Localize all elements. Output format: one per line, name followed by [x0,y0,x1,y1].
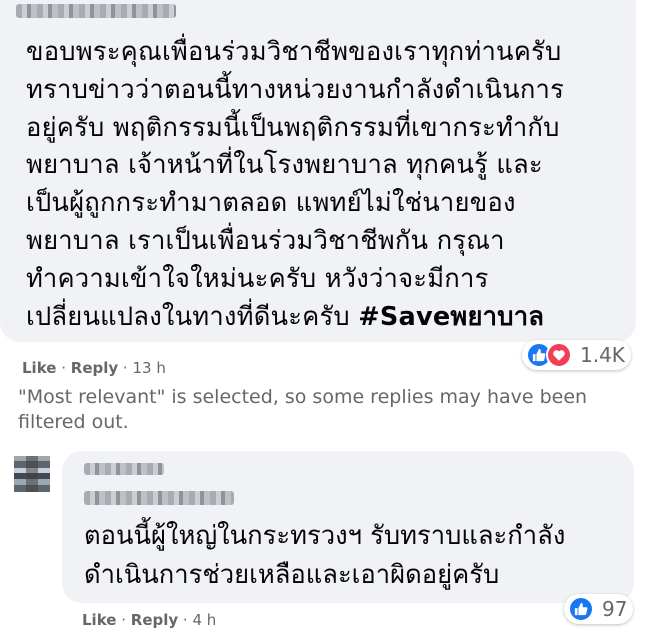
reply-bubble: ตอนนี้ผู้ใหญ่ในกระทรวงฯ รับทราบและกำลัง … [62,451,634,603]
reply-button[interactable]: Reply [71,359,118,377]
replier-name-blurred[interactable] [84,463,164,475]
comment-actions: Like · Reply · 13 h [22,359,166,377]
comment-bubble: ขอบพระคุณเพื่อนร่วมวิชาชีพของเราทุกท่านค… [0,0,636,342]
love-icon [546,342,572,368]
like-button[interactable]: Like [22,359,56,377]
comment-timestamp[interactable]: 13 h [132,359,165,377]
replier-subtitle-blurred [84,491,234,505]
comment-body: ขอบพระคุณเพื่อนร่วมวิชาชีพของเราทุกท่านค… [26,37,565,332]
reaction-summary[interactable]: 1.4K [522,340,631,370]
avatar[interactable] [14,456,50,492]
like-button[interactable]: Like [82,611,116,629]
reply-actions: Like · Reply · 4 h [82,611,217,629]
commenter-name-blurred[interactable] [16,4,176,18]
hashtag-link[interactable]: #Saveพยาบาล [358,302,544,332]
filter-notice: "Most relevant" is selected, so some rep… [18,386,588,433]
reaction-count: 1.4K [580,343,625,367]
reply-text: ตอนนี้ผู้ใหญ่ในกระทรวงฯ รับทราบและกำลัง … [84,521,566,590]
reply-button[interactable]: Reply [131,611,178,629]
reply-timestamp[interactable]: 4 h [192,611,216,629]
like-icon [568,596,594,622]
comment-text: ขอบพระคุณเพื่อนร่วมวิชาชีพของเราทุกท่านค… [26,34,626,336]
reaction-count: 97 [602,597,628,621]
reaction-summary[interactable]: 97 [564,594,634,624]
